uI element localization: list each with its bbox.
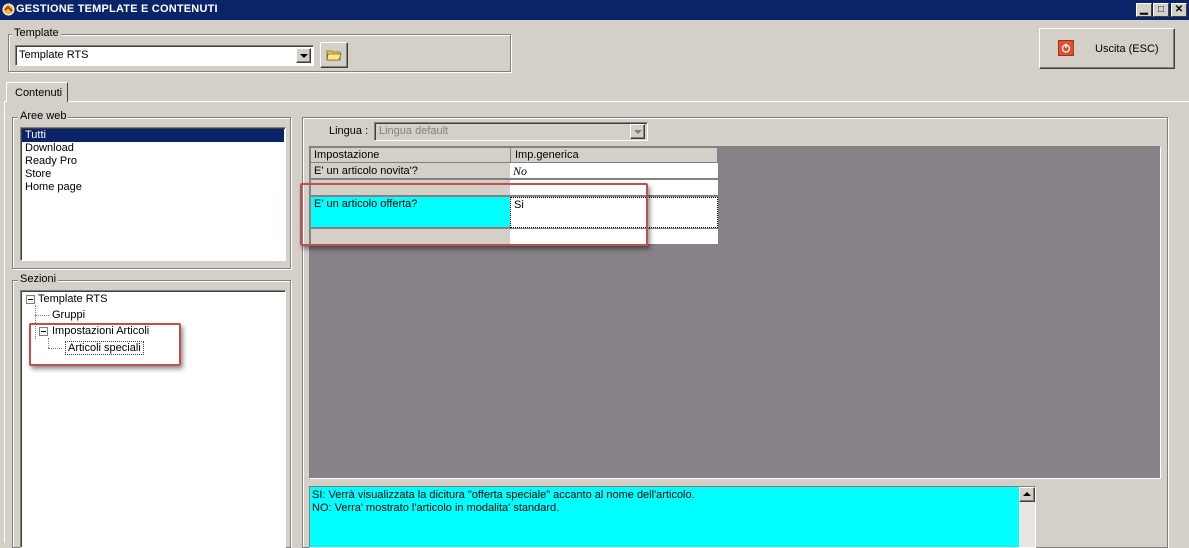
aree-web-list[interactable]: Tutti Download Ready Pro Store Home page [20,127,286,261]
tree-node-template-rts[interactable]: Template RTS [38,293,108,305]
lingua-label: Lingua : [329,125,369,137]
template-combo-value: Template RTS [19,49,89,61]
aree-web-label: Aree web [18,110,69,122]
app-icon [2,3,15,16]
folder-icon [326,50,342,61]
sezioni-label: Sezioni [18,273,59,285]
exit-button-label: Uscita (ESC) [1095,43,1159,55]
description-box: SI: Verrà visualizzata la dicitura "offe… [309,486,1036,548]
list-item[interactable]: Tutti [22,129,284,142]
template-combo[interactable]: Template RTS [15,45,314,66]
chevron-down-icon[interactable] [296,48,311,63]
maximize-button[interactable]: □ [1153,3,1169,17]
row-value-cell[interactable]: No [510,163,718,179]
close-icon: ✕ [1174,4,1184,15]
list-item[interactable]: Ready Pro [22,155,284,168]
annotation-box [29,323,181,366]
grid-header: Impostazione Imp.generica [311,148,718,163]
power-icon [1058,40,1074,56]
chevron-up-icon [1023,492,1031,496]
minimize-button[interactable]: ▁ [1136,3,1152,17]
list-item[interactable]: Store [22,168,284,181]
description-scrollbar[interactable] [1019,487,1035,547]
list-item[interactable]: Download [22,142,284,155]
title-bar[interactable]: GESTIONE TEMPLATE E CONTENUTI ▁ □ ✕ [0,0,1189,20]
close-button[interactable]: ✕ [1171,3,1187,17]
tab-contenuti[interactable]: Contenuti [6,82,68,102]
minimize-icon: ▁ [1140,4,1148,15]
exit-button[interactable]: Uscita (ESC) [1039,28,1175,69]
tab-contenuti-label: Contenuti [15,87,63,99]
list-item[interactable]: Home page [22,181,284,194]
collapse-icon[interactable] [26,295,35,304]
lingua-combo[interactable]: Lingua default [374,122,648,141]
column-header-imp-generica[interactable]: Imp.generica [515,149,579,161]
window-title: GESTIONE TEMPLATE E CONTENUTI [16,3,218,15]
scroll-up-button[interactable] [1019,487,1035,502]
row-value: No [513,164,528,178]
description-line: NO: Verra' mostrato l'articolo in modali… [312,502,560,514]
tree-node-gruppi[interactable]: Gruppi [52,309,85,321]
template-group-label: Template [12,27,61,39]
chevron-down-icon[interactable] [630,124,645,139]
description-line: SI: Verrà visualizzata la dicitura "offe… [312,489,695,501]
table-row[interactable]: E' un articolo novita'? [311,163,510,179]
column-header-impostazione[interactable]: Impostazione [314,149,379,161]
open-folder-button[interactable] [320,42,348,68]
row-setting: E' un articolo novita'? [314,165,418,177]
annotation-box [300,183,648,246]
lingua-combo-value: Lingua default [379,125,449,137]
maximize-icon: □ [1157,4,1165,15]
